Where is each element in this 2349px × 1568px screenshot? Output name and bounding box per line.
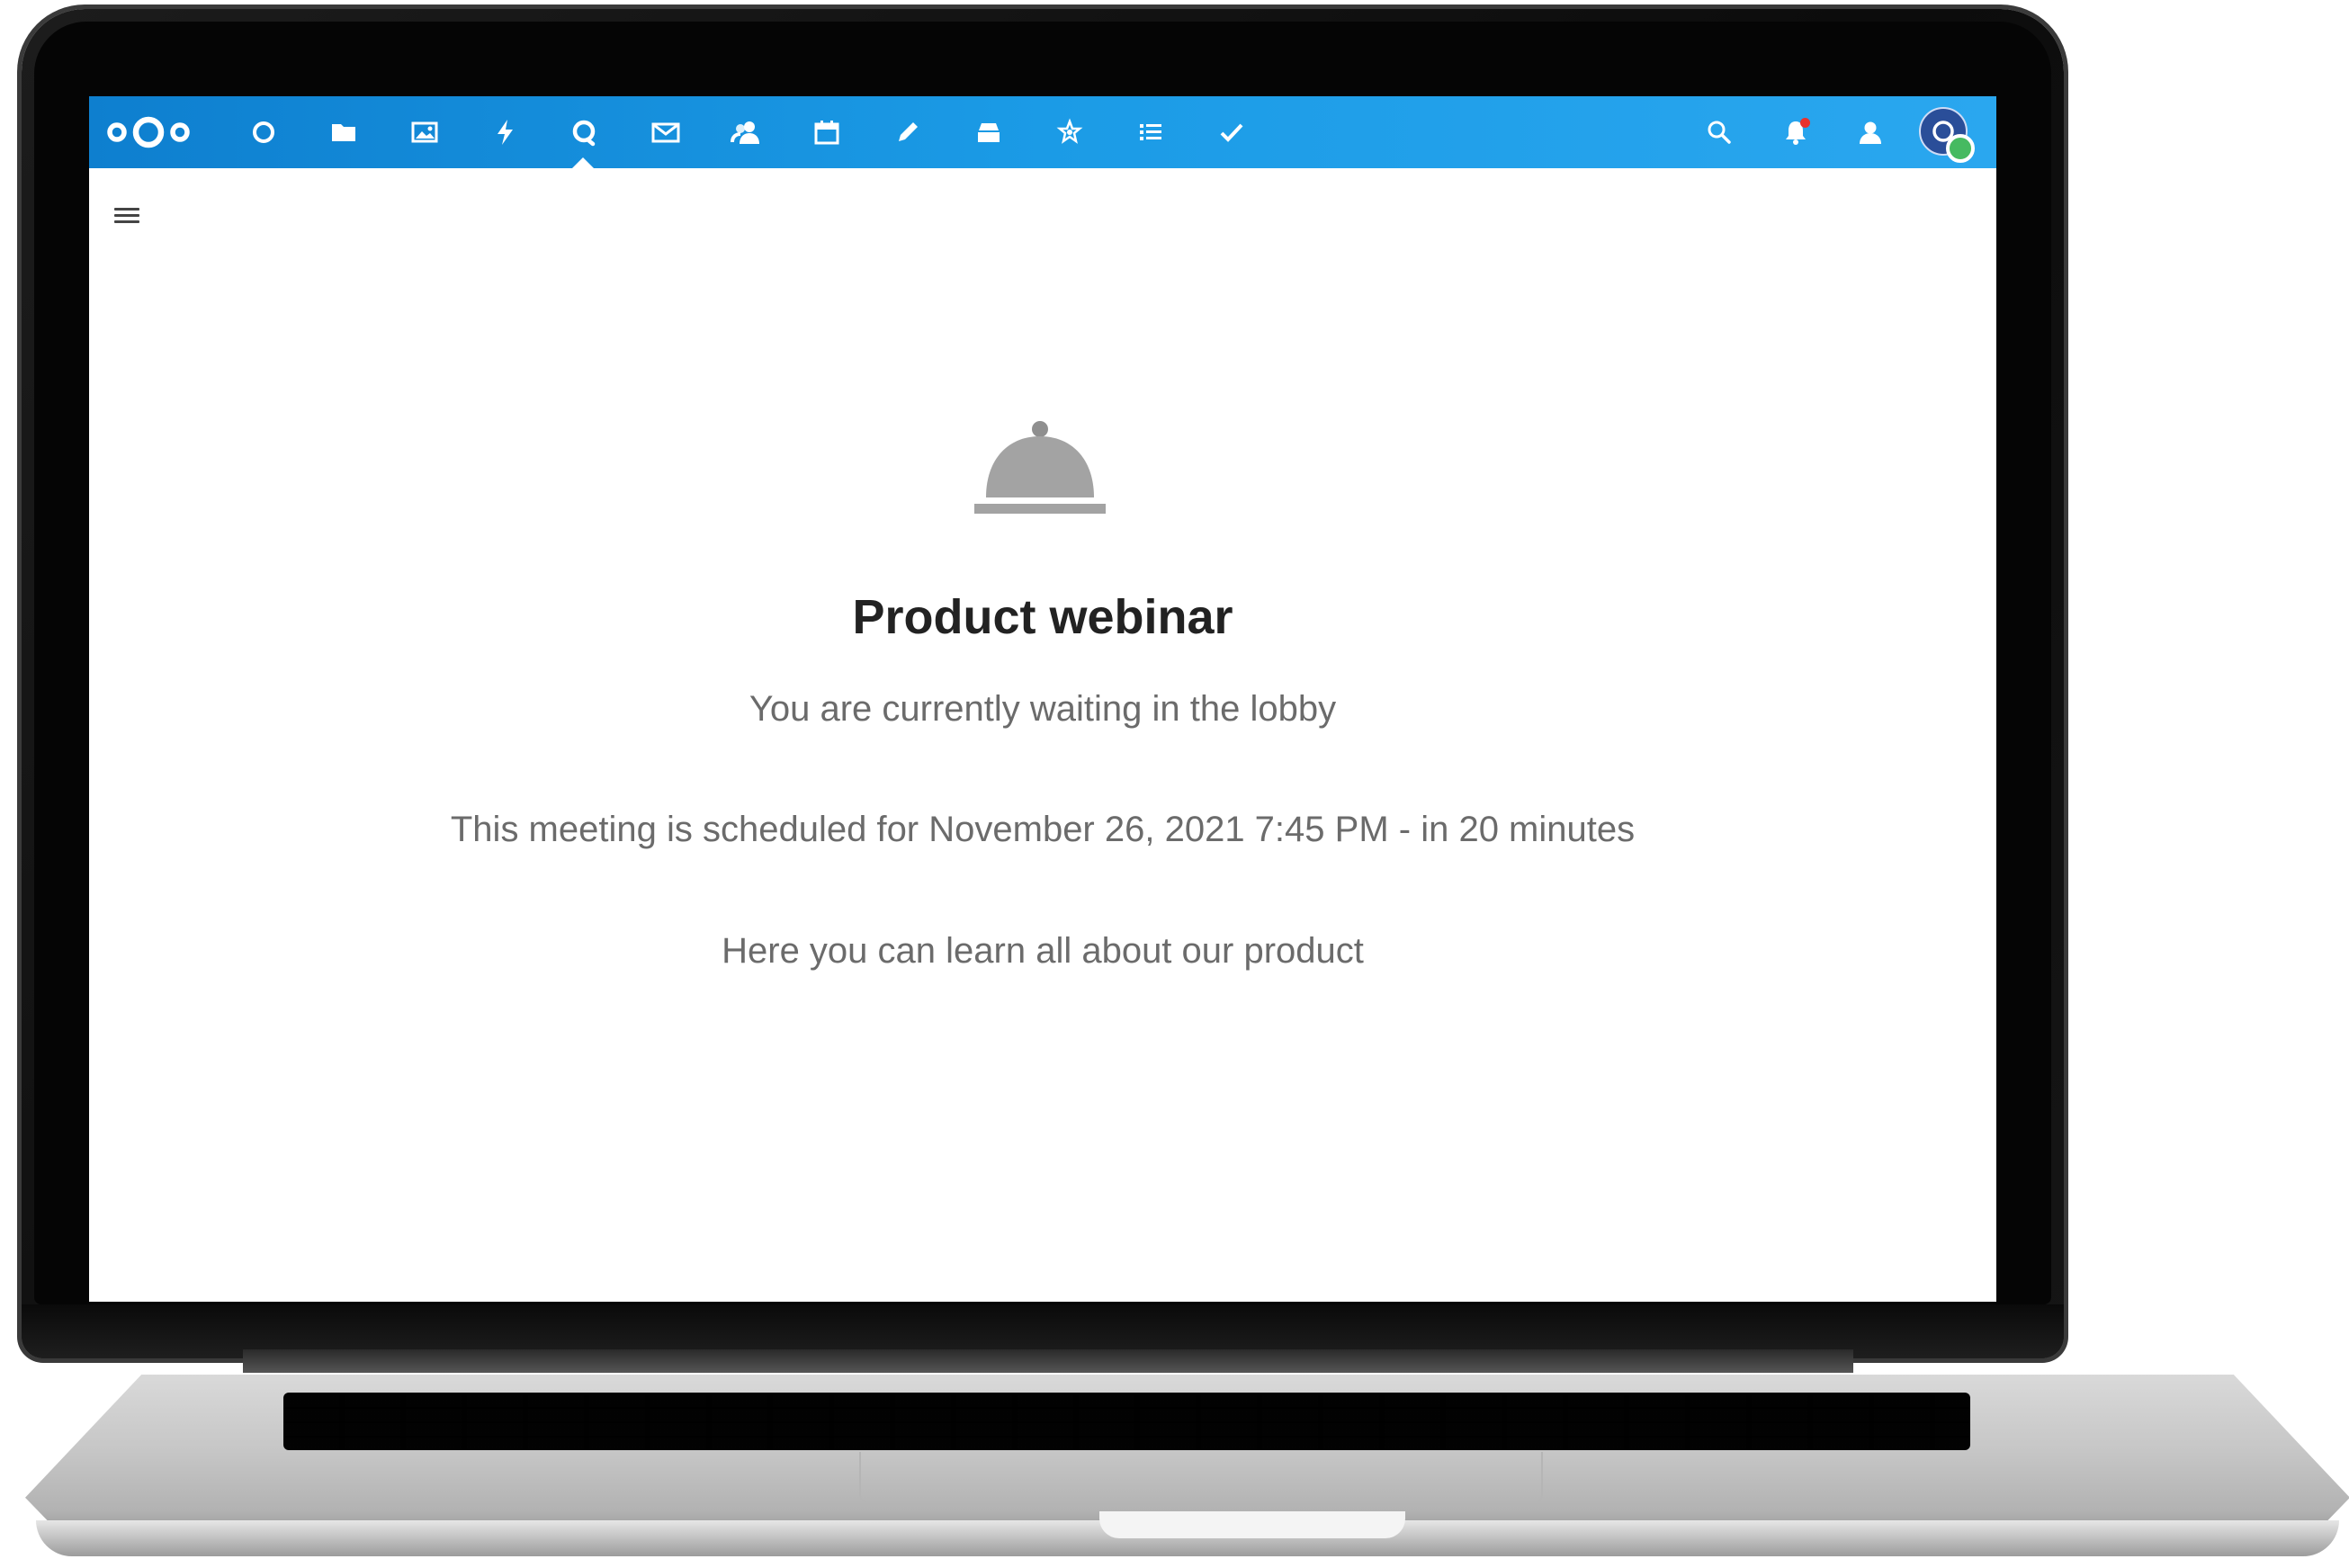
notification-badge	[1800, 118, 1810, 128]
app-header	[89, 96, 1996, 169]
deck-icon[interactable]	[971, 114, 1007, 150]
checkmark-icon[interactable]	[1214, 114, 1250, 150]
laptop-keyboard	[283, 1393, 1970, 1450]
list-icon[interactable]	[1133, 114, 1169, 150]
contacts-icon[interactable]	[728, 114, 764, 150]
lobby-bell-icon	[974, 421, 1106, 514]
lightning-icon[interactable]	[488, 114, 524, 150]
laptop-hinge	[243, 1349, 1853, 1373]
conversation-description: Here you can learn all about our product	[722, 931, 1364, 971]
envelope-icon[interactable]	[648, 114, 684, 150]
app-navigation-toggle[interactable]	[111, 204, 143, 229]
app-screen: Product webinar You are currently waitin…	[89, 96, 1996, 1302]
calendar-icon[interactable]	[809, 114, 845, 150]
laptop-opening-notch	[1099, 1511, 1405, 1538]
image-icon[interactable]	[407, 114, 443, 150]
pencil-icon[interactable]	[890, 114, 926, 150]
contacts-menu-icon[interactable]	[1852, 114, 1888, 150]
dashboard-circle-icon[interactable]	[246, 114, 282, 150]
lobby-waiting-text: You are currently waiting in the lobby	[749, 689, 1337, 729]
user-status-online	[1946, 134, 1975, 163]
talk-icon[interactable]	[566, 114, 602, 150]
nextcloud-logo-icon[interactable]	[102, 112, 195, 152]
lobby-schedule-text: This meeting is scheduled for November 2…	[450, 810, 1636, 849]
laptop-trackpad	[859, 1452, 1543, 1502]
active-app-indicator	[571, 157, 595, 169]
folder-icon[interactable]	[326, 114, 362, 150]
notification-bell-icon[interactable]	[1778, 114, 1814, 150]
star-network-icon[interactable]	[1052, 114, 1088, 150]
search-icon[interactable]	[1701, 114, 1737, 150]
conversation-title: Product webinar	[852, 590, 1233, 644]
